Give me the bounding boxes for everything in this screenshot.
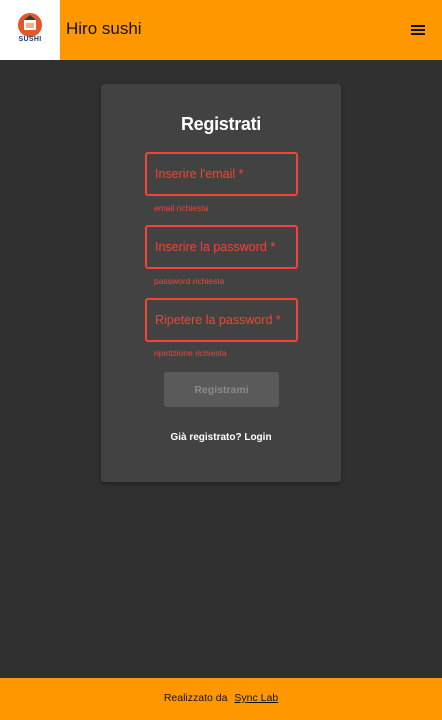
password-error: password richiesta [154, 276, 225, 286]
menu-button[interactable] [406, 20, 430, 40]
register-button[interactable]: Registrami [164, 372, 279, 407]
footer: Realizzato da Sync Lab [0, 678, 442, 720]
sync-lab-link[interactable]: Sync Lab [234, 692, 278, 704]
logo-text: SUSHI [18, 36, 42, 43]
app-title: Hiro sushi [66, 19, 142, 38]
footer-prefix: Realizzato da [163, 692, 228, 704]
footer-text: Realizzato da Sync Lab [0, 692, 442, 704]
login-link[interactable]: Già registrato? Login [101, 432, 341, 443]
registration-card: Registrati email richiesta password rich… [101, 84, 341, 482]
email-field-wrapper [145, 152, 298, 196]
logo[interactable]: SUSHI [0, 0, 60, 60]
password-repeat-field-wrapper [145, 298, 298, 342]
top-app-bar: SUSHI Hiro sushi [0, 0, 442, 60]
password-repeat-field[interactable] [147, 300, 296, 340]
email-error: email richiesta [154, 203, 209, 213]
password-field-wrapper [145, 225, 298, 269]
password-field[interactable] [147, 227, 296, 267]
password-repeat-error: ripetizione richiesta [154, 348, 227, 358]
page-title: Registrati [180, 114, 262, 134]
hamburger-menu-icon [411, 25, 425, 35]
sushi-logo-icon [18, 13, 42, 37]
email-field[interactable] [147, 154, 296, 194]
